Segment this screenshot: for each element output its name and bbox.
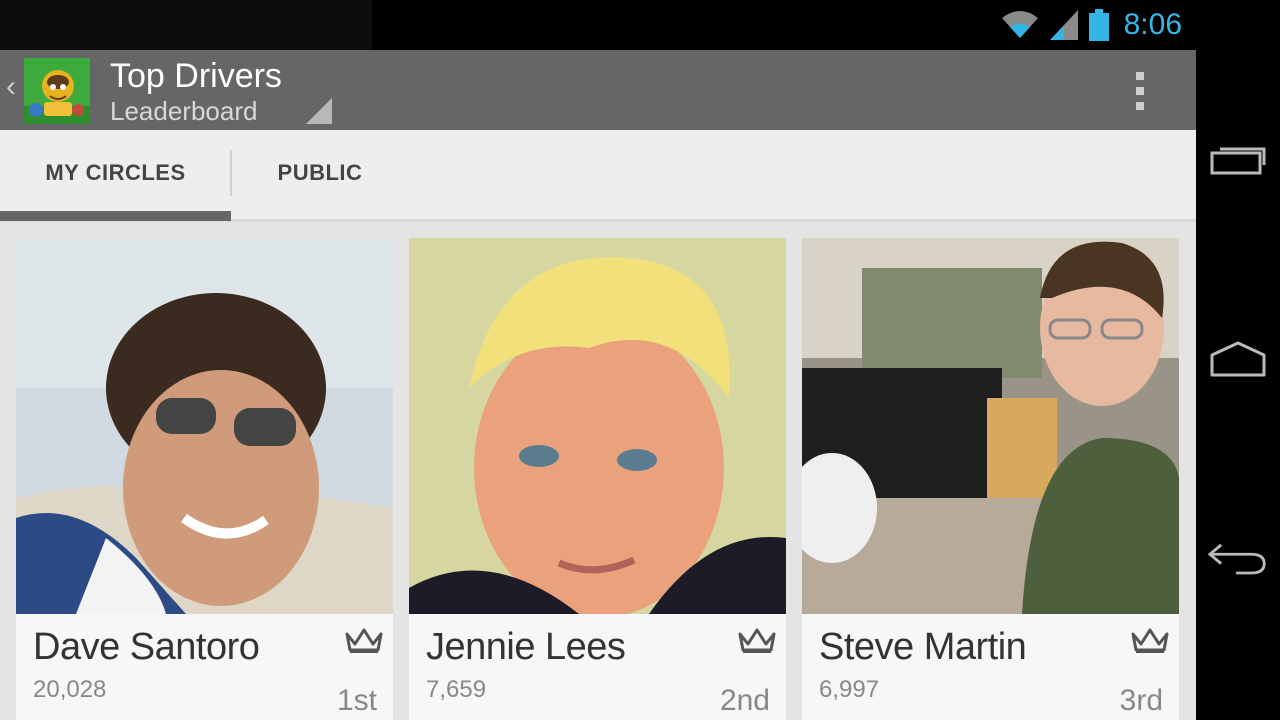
- overflow-dot: [1136, 102, 1144, 110]
- crown-icon: [1131, 628, 1169, 653]
- overflow-dot: [1136, 72, 1144, 80]
- crown-icon: [738, 628, 776, 653]
- leaderboard-card-2[interactable]: Jennie Lees 7,659 2nd: [409, 238, 786, 720]
- player-name: Dave Santoro: [33, 626, 260, 668]
- back-icon[interactable]: [1208, 533, 1268, 583]
- crown-icon: [345, 628, 383, 653]
- overflow-menu-icon[interactable]: [1118, 66, 1162, 116]
- recent-apps-icon[interactable]: [1208, 134, 1268, 184]
- player-name: Jennie Lees: [426, 626, 626, 668]
- action-bar-title: Top Drivers: [110, 57, 282, 95]
- tab-selected-indicator: [0, 211, 231, 221]
- status-bar: 8:06: [0, 0, 1196, 50]
- tab-bar: MY CIRCLES PUBLIC: [0, 130, 1196, 222]
- action-bar-subtitle-spinner[interactable]: Leaderboard: [110, 96, 257, 126]
- clock: 8:06: [1123, 8, 1182, 41]
- player-rank: 3rd: [1119, 684, 1163, 717]
- tab-public[interactable]: PUBLIC: [232, 130, 408, 216]
- recent-apps-glyph: [1210, 147, 1266, 175]
- wifi-icon: [1001, 11, 1038, 38]
- overflow-dot: [1136, 87, 1144, 95]
- system-nav-bar: [1196, 0, 1280, 720]
- back-glyph: [1208, 543, 1266, 575]
- tab-my-circles[interactable]: MY CIRCLES: [0, 130, 231, 216]
- spinner-dropdown-icon[interactable]: [306, 98, 332, 124]
- player-photo: [802, 238, 1179, 614]
- battery-icon: [1088, 9, 1109, 41]
- signal-icon: [1049, 10, 1078, 40]
- player-name: Steve Martin: [819, 626, 1027, 668]
- action-bar: ‹ Top Drivers Leaderboard: [0, 50, 1196, 130]
- leaderboard-card-1[interactable]: Dave Santoro 20,028 1st: [16, 238, 393, 720]
- player-score: 6,997: [819, 676, 880, 703]
- player-rank: 2nd: [719, 684, 770, 717]
- up-caret-icon[interactable]: ‹: [6, 72, 16, 102]
- home-icon[interactable]: [1208, 334, 1268, 384]
- status-bar-left-pane: [0, 0, 372, 50]
- player-photo: [16, 238, 393, 614]
- player-score: 7,659: [426, 676, 487, 703]
- leaderboard-card-3[interactable]: Steve Martin 6,997 3rd: [802, 238, 1179, 720]
- player-rank: 1st: [336, 684, 377, 717]
- status-icons: 8:06: [1000, 0, 1182, 50]
- player-photo: [409, 238, 786, 614]
- home-glyph: [1210, 341, 1266, 377]
- player-score: 20,028: [33, 676, 107, 703]
- turtle-driver-app-icon[interactable]: [24, 58, 90, 124]
